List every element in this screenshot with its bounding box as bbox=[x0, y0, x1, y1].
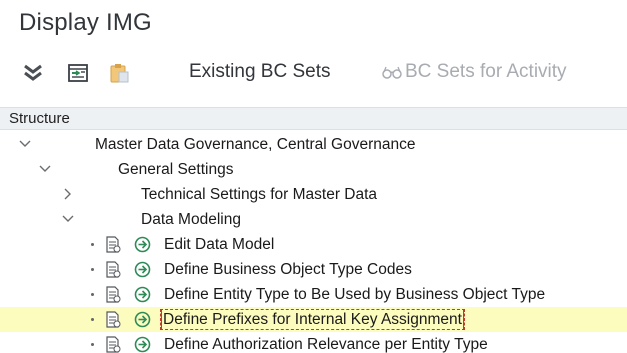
documentation-icon[interactable] bbox=[105, 261, 121, 278]
tree-node-label[interactable]: General Settings bbox=[118, 160, 233, 179]
tree-activity[interactable]: Define Business Object Type Codes bbox=[0, 257, 627, 282]
bullet-icon bbox=[91, 268, 94, 271]
documentation-icon[interactable] bbox=[105, 336, 121, 353]
tree-node[interactable]: Technical Settings for Master Data bbox=[0, 182, 627, 207]
tree-node-label[interactable]: Technical Settings for Master Data bbox=[141, 185, 377, 204]
tree-node-label[interactable]: Define Authorization Relevance per Entit… bbox=[164, 335, 488, 353]
chevron-down-icon[interactable] bbox=[61, 209, 75, 229]
tree-node-label[interactable]: Master Data Governance, Central Governan… bbox=[95, 135, 416, 154]
existing-bc-sets-button[interactable]: Existing BC Sets bbox=[189, 60, 331, 84]
structure-header: Structure bbox=[0, 107, 627, 130]
tree-node[interactable]: Data Modeling bbox=[0, 207, 627, 232]
tree-activity[interactable]: Edit Data Model bbox=[0, 232, 627, 257]
tree-node-label[interactable]: Define Prefixes for Internal Key Assignm… bbox=[160, 309, 465, 330]
structure-header-label: Structure bbox=[9, 110, 70, 127]
execute-icon[interactable] bbox=[134, 311, 151, 328]
documentation-icon[interactable] bbox=[105, 311, 121, 328]
bullet-icon bbox=[91, 343, 94, 346]
chevron-right-icon[interactable] bbox=[61, 184, 75, 204]
app-header: Display IMG Existing BC Sets BC Sets for… bbox=[0, 0, 627, 98]
tree-node-label[interactable]: Data Modeling bbox=[141, 210, 241, 229]
tree-activity-selected[interactable]: Define Prefixes for Internal Key Assignm… bbox=[0, 307, 627, 332]
tree-node-label[interactable]: Define Entity Type to Be Used by Busines… bbox=[164, 285, 545, 304]
execute-icon[interactable] bbox=[134, 261, 151, 278]
execute-icon[interactable] bbox=[134, 286, 151, 303]
glasses-icon bbox=[381, 60, 403, 86]
execute-icon[interactable] bbox=[134, 236, 151, 253]
bullet-icon bbox=[91, 243, 94, 246]
bullet-icon bbox=[91, 293, 94, 296]
bc-sets-for-activity-button: BC Sets for Activity bbox=[405, 61, 567, 82]
double-chevron-down-icon[interactable] bbox=[20, 60, 46, 86]
toolbar: Existing BC Sets BC Sets for Activity bbox=[0, 50, 627, 94]
tree-node-label[interactable]: Define Business Object Type Codes bbox=[164, 260, 412, 279]
tree-activity[interactable]: Define Entity Type to Be Used by Busines… bbox=[0, 282, 627, 307]
tree-activity[interactable]: Define Authorization Relevance per Entit… bbox=[0, 332, 627, 353]
find-in-tree-icon[interactable] bbox=[65, 60, 91, 86]
documentation-icon[interactable] bbox=[105, 236, 121, 253]
chevron-down-icon[interactable] bbox=[38, 159, 52, 179]
tree-node[interactable]: General Settings bbox=[0, 157, 627, 182]
documentation-icon[interactable] bbox=[105, 286, 121, 303]
clipboard-icon[interactable] bbox=[106, 60, 132, 86]
bullet-icon bbox=[91, 318, 94, 321]
chevron-down-icon[interactable] bbox=[18, 134, 32, 154]
tree-node-label[interactable]: Edit Data Model bbox=[164, 235, 274, 254]
execute-icon[interactable] bbox=[134, 336, 151, 353]
page-title: Display IMG bbox=[19, 9, 152, 36]
tree-node[interactable]: Master Data Governance, Central Governan… bbox=[0, 132, 627, 157]
